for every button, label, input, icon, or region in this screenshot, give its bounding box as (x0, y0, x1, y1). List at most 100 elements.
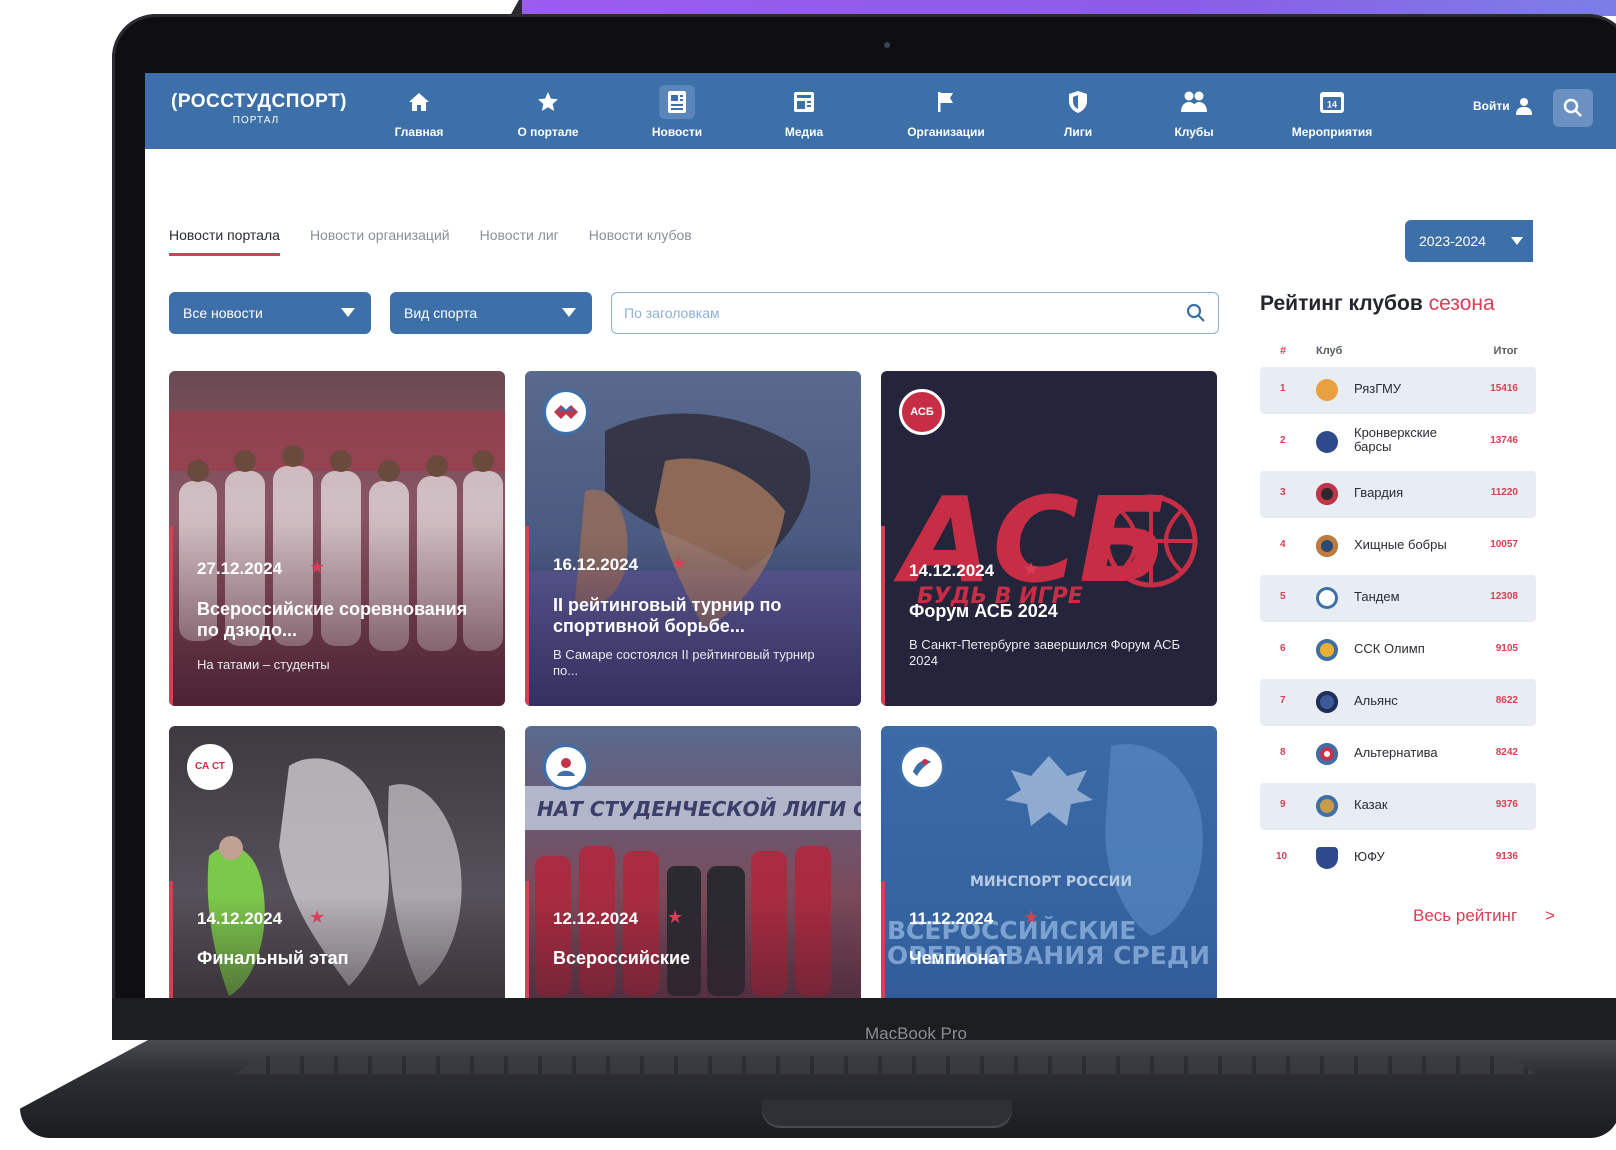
star-icon (530, 85, 566, 119)
club-crest-icon (1316, 587, 1338, 609)
club-score: 9105 (1495, 643, 1518, 654)
logo-title: (РОССТУДСПОРТ) (171, 91, 348, 112)
news-card[interactable]: МИНСПОРТ РОССИИ ВСЕРОССИЙСКИЕ ОРЕВНОВАНИ… (881, 726, 1217, 998)
rating-row[interactable]: 8 Альтернатива 8242 (1260, 731, 1536, 778)
rank: 1 (1280, 383, 1286, 394)
season-value: 2023-2024 (1419, 233, 1486, 249)
home-icon (401, 85, 437, 119)
news-card[interactable]: НАТ СТУДЕНЧЕСКОЙ ЛИГИ САМБ 12.12.2024 ★ … (525, 726, 861, 998)
club-crest-icon (1316, 795, 1338, 817)
club-crest-icon (1316, 535, 1338, 557)
card-date: 16.12.2024 (553, 555, 639, 574)
card-title: Всероссийские соревнования по дзюдо... (197, 599, 468, 640)
club-crest-icon (1316, 691, 1338, 713)
login-button[interactable]: Войти (1473, 97, 1532, 115)
caret-down-icon (562, 308, 576, 317)
full-rating-link[interactable]: Весь рейтинг (1413, 906, 1517, 926)
chevron-right-icon[interactable]: > (1545, 906, 1555, 926)
club-score: 12308 (1490, 591, 1518, 602)
nav-label: О портале (517, 125, 579, 139)
rank: 10 (1276, 851, 1288, 862)
star-icon: ★ (309, 907, 326, 927)
card-title: Финальный этап (197, 948, 349, 968)
user-icon (1515, 98, 1532, 115)
rating-row[interactable]: 4 Хищные бобры 10057 (1260, 523, 1536, 570)
card-photo (169, 411, 505, 706)
nav-item-clubs[interactable]: Клубы (1139, 85, 1249, 139)
news-card[interactable]: СА СТ 14.12.2024 ★ Финальный этап (169, 726, 505, 998)
card-title: II рейтинговый турнир по спортивной борь… (553, 595, 782, 636)
news-icon (659, 85, 695, 119)
sport-select[interactable]: Вид спорта (390, 292, 592, 334)
news-card[interactable]: 27.12.2024 ★ Всероссийские соревнования … (169, 371, 505, 706)
column-number: # (1280, 345, 1287, 357)
club-crest-icon (1316, 379, 1338, 401)
calendar-day: 14 (1327, 100, 1337, 110)
rating-row[interactable]: 5 Тандем 12308 (1260, 575, 1536, 622)
club-name: ЮФУ (1354, 849, 1385, 864)
rank: 5 (1280, 591, 1286, 602)
card-description: На татами – студенты (197, 657, 330, 672)
nav-label: Организации (907, 125, 985, 139)
rating-row[interactable]: 2 Кронверкские барсы 13746 (1260, 419, 1536, 466)
news-card[interactable]: 16.12.2024 ★ II рейтинговый турнир по сп… (525, 371, 861, 706)
search-icon[interactable] (1186, 303, 1206, 323)
tab-portal-news[interactable]: Новости портала (169, 227, 280, 256)
nav-item-news[interactable]: Новости (622, 85, 732, 139)
rating-row[interactable]: 9 Казак 9376 (1260, 783, 1536, 830)
card-title: Форум АСБ 2024 (909, 601, 1058, 621)
rank: 6 (1280, 643, 1286, 654)
club-name: Альянс (1354, 693, 1398, 708)
news-card[interactable]: АСБ БУДЬ В ИГРЕ АСБ 14.12.2024 ★ Форум А… (881, 371, 1217, 706)
rating-row[interactable]: 7 Альянс 8622 (1260, 679, 1536, 726)
club-name: Альтернатива (1354, 745, 1438, 760)
rating-row[interactable]: 1 РязГМУ 15416 (1260, 367, 1536, 414)
nav-item-organizations[interactable]: Организации (891, 85, 1001, 139)
season-select[interactable]: 2023-2024 (1405, 220, 1533, 262)
star-icon: ★ (1023, 907, 1040, 927)
logo-subtitle: ПОРТАЛ (232, 115, 280, 126)
organization-logo: АСБ (899, 389, 945, 435)
club-crest-icon (1316, 743, 1338, 765)
news-type-select[interactable]: Все новости (169, 292, 371, 334)
club-crest-icon (1316, 847, 1338, 869)
top-nav: (РОССТУДСПОРТ) ПОРТАЛ Главная О портале … (145, 73, 1616, 149)
card-title: Чемпионат (909, 948, 1008, 968)
club-name: Гвардия (1354, 485, 1404, 500)
nav-item-leagues[interactable]: Лиги (1023, 85, 1133, 139)
card-title: Всероссийские (553, 948, 691, 968)
search-icon (1563, 98, 1582, 117)
tab-club-news[interactable]: Новости клубов (589, 227, 692, 256)
club-name: ССК Олимп (1354, 641, 1425, 656)
nav-item-media[interactable]: Медиа (749, 85, 859, 139)
rating-title: Рейтинг клубов сезона (1260, 292, 1495, 316)
rating-title-main: Рейтинг клубов (1260, 292, 1423, 315)
rank: 2 (1280, 435, 1286, 446)
tab-league-news[interactable]: Новости лиг (480, 227, 559, 256)
card-date: 12.12.2024 (553, 909, 639, 928)
star-icon: ★ (1023, 559, 1040, 579)
users-icon (1176, 85, 1212, 119)
camera (884, 42, 890, 48)
laptop-notch (762, 1100, 1012, 1128)
nav-label: Лиги (1063, 125, 1093, 139)
club-score: 11220 (1490, 487, 1518, 498)
laptop-keyboard-edge (236, 1056, 1536, 1074)
club-name: Тандем (1354, 589, 1400, 604)
tab-organization-news[interactable]: Новости организаций (310, 227, 450, 256)
rank: 9 (1280, 799, 1286, 810)
star-icon: ★ (667, 907, 684, 927)
nav-item-events[interactable]: 14 Мероприятия (1277, 85, 1387, 139)
nav-item-about[interactable]: О портале (493, 85, 603, 139)
rating-row[interactable]: 3 Гвардия 11220 (1260, 471, 1536, 518)
calendar-icon: 14 (1314, 85, 1350, 119)
rating-row[interactable]: 10 ЮФУ 9136 (1260, 835, 1536, 882)
nav-item-home[interactable]: Главная (364, 85, 474, 139)
card-date: 14.12.2024 (909, 561, 995, 580)
title-search-input[interactable] (624, 293, 1164, 332)
portal-logo[interactable]: (РОССТУДСПОРТ) ПОРТАЛ (171, 91, 348, 126)
news-tabs: Новости портала Новости организаций Ново… (169, 227, 692, 256)
rating-row[interactable]: 6 ССК Олимп 9105 (1260, 627, 1536, 674)
search-button[interactable] (1553, 89, 1593, 127)
club-score: 13746 (1490, 435, 1518, 446)
